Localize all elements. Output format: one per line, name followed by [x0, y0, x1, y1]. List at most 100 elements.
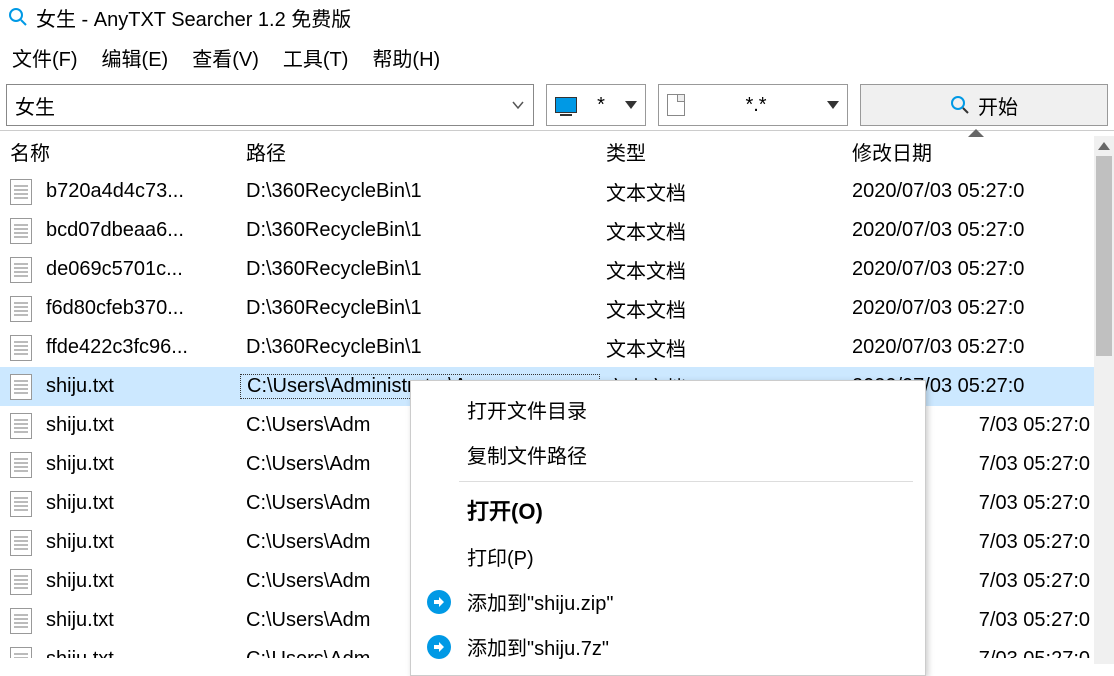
ctx-open-dir[interactable]: 打开文件目录	[411, 387, 925, 432]
cell-name: f6d80cfeb370...	[0, 296, 240, 322]
file-name: bcd07dbeaa6...	[46, 219, 184, 242]
cell-name: de069c5701c...	[0, 257, 240, 283]
filter-ext-label: *.*	[745, 94, 766, 117]
start-button[interactable]: 开始	[860, 84, 1108, 126]
document-icon	[10, 218, 32, 244]
title-bar: 女生 - AnyTXT Searcher 1.2 免费版	[0, 0, 1114, 34]
document-icon	[10, 179, 32, 205]
ctx-add-7z[interactable]: 添加到"shiju.7z"	[411, 624, 925, 669]
menu-tool[interactable]: 工具(T)	[283, 43, 349, 72]
header-type[interactable]: 类型	[600, 137, 846, 166]
document-icon	[10, 374, 32, 400]
chevron-down-icon	[827, 101, 839, 109]
header-path[interactable]: 路径	[240, 137, 600, 166]
cell-name: shiju.txt	[0, 413, 240, 439]
file-name: shiju.txt	[46, 531, 114, 554]
cell-name: shiju.txt	[0, 374, 240, 400]
filter-scope-label: *	[597, 94, 605, 117]
document-icon	[10, 491, 32, 517]
cell-date: 2020/07/03 05:27:0	[846, 297, 1094, 320]
document-icon	[10, 452, 32, 478]
file-name: shiju.txt	[46, 648, 114, 658]
file-name: shiju.txt	[46, 414, 114, 437]
cell-type: 文本文档	[600, 255, 846, 284]
cell-type: 文本文档	[600, 333, 846, 362]
menu-help[interactable]: 帮助(H)	[372, 43, 440, 72]
start-button-label: 开始	[978, 91, 1018, 120]
ctx-separator	[459, 481, 913, 482]
cell-name: shiju.txt	[0, 452, 240, 478]
table-row[interactable]: de069c5701c... D:\360RecycleBin\1文本文档2020…	[0, 250, 1114, 289]
table-row[interactable]: ffde422c3fc96... D:\360RecycleBin\1文本文档20…	[0, 328, 1114, 367]
menu-file[interactable]: 文件(F)	[12, 43, 78, 72]
archive-icon	[427, 635, 451, 659]
header-name[interactable]: 名称	[0, 137, 240, 166]
file-name: de069c5701c...	[46, 258, 183, 281]
cell-path: D:\360RecycleBin\1	[240, 180, 600, 203]
table-row[interactable]: f6d80cfeb370... D:\360RecycleBin\1文本文档202…	[0, 289, 1114, 328]
document-icon	[10, 608, 32, 634]
cell-name: b720a4d4c73...	[0, 179, 240, 205]
table-row[interactable]: bcd07dbeaa6...D:\360RecycleBin\1文本文档2020…	[0, 211, 1114, 250]
file-name: b720a4d4c73...	[46, 180, 184, 203]
ctx-add-zip-label: 添加到"shiju.zip"	[467, 587, 613, 616]
document-icon	[10, 296, 32, 322]
cell-type: 文本文档	[600, 177, 846, 206]
toolbar: * *.* 开始	[0, 80, 1114, 130]
chevron-down-icon	[625, 101, 637, 109]
search-icon	[950, 95, 970, 115]
ctx-print[interactable]: 打印(P)	[411, 534, 925, 579]
document-icon	[10, 257, 32, 283]
filter-scope-dropdown[interactable]: *	[546, 84, 646, 126]
ctx-add-7z-label: 添加到"shiju.7z"	[467, 632, 609, 661]
file-name: shiju.txt	[46, 492, 114, 515]
cell-name: shiju.txt	[0, 491, 240, 517]
archive-icon	[427, 590, 451, 614]
cell-path: D:\360RecycleBin\1	[240, 258, 600, 281]
menu-bar: 文件(F) 编辑(E) 查看(V) 工具(T) 帮助(H)	[0, 34, 1114, 80]
scroll-thumb[interactable]	[1096, 156, 1112, 356]
menu-edit[interactable]: 编辑(E)	[102, 43, 169, 72]
app-icon	[8, 7, 28, 27]
file-name: shiju.txt	[46, 375, 114, 398]
context-menu: 打开文件目录 复制文件路径 打开(O) 打印(P) 添加到"shiju.zip"…	[410, 380, 926, 676]
cell-date: 2020/07/03 05:27:0	[846, 180, 1094, 203]
file-icon	[667, 94, 685, 116]
search-input[interactable]	[7, 88, 533, 123]
header-date[interactable]: 修改日期	[846, 137, 1094, 166]
scroll-up-button[interactable]	[1094, 136, 1114, 156]
cell-name: shiju.txt	[0, 530, 240, 556]
file-name: shiju.txt	[46, 570, 114, 593]
menu-view[interactable]: 查看(V)	[192, 43, 259, 72]
file-name: shiju.txt	[46, 453, 114, 476]
file-name: ffde422c3fc96...	[46, 336, 188, 359]
cell-name: shiju.txt	[0, 569, 240, 595]
ctx-add-zip[interactable]: 添加到"shiju.zip"	[411, 579, 925, 624]
cell-date: 2020/07/03 05:27:0	[846, 336, 1094, 359]
window-title: 女生 - AnyTXT Searcher 1.2 免费版	[36, 3, 351, 32]
cell-name: shiju.txt	[0, 608, 240, 634]
cell-type: 文本文档	[600, 294, 846, 323]
sort-indicator-icon	[968, 129, 984, 137]
cell-name: ffde422c3fc96...	[0, 335, 240, 361]
filter-ext-dropdown[interactable]: *.*	[658, 84, 848, 126]
cell-name: shiju.txt	[0, 647, 240, 659]
table-row[interactable]: b720a4d4c73... D:\360RecycleBin\1文本文档2020…	[0, 172, 1114, 211]
column-headers: 名称 路径 类型 修改日期	[0, 130, 1114, 172]
cell-date: 2020/07/03 05:27:0	[846, 258, 1094, 281]
cell-path: D:\360RecycleBin\1	[240, 336, 600, 359]
document-icon	[10, 413, 32, 439]
vertical-scrollbar[interactable]	[1094, 136, 1114, 664]
ctx-open[interactable]: 打开(O)	[411, 486, 925, 534]
cell-date: 2020/07/03 05:27:0	[846, 219, 1094, 242]
document-icon	[10, 530, 32, 556]
file-name: f6d80cfeb370...	[46, 297, 184, 320]
file-name: shiju.txt	[46, 609, 114, 632]
cell-name: bcd07dbeaa6...	[0, 218, 240, 244]
document-icon	[10, 335, 32, 361]
search-box[interactable]	[6, 84, 534, 126]
cell-path: D:\360RecycleBin\1	[240, 297, 600, 320]
cell-path: D:\360RecycleBin\1	[240, 219, 600, 242]
document-icon	[10, 647, 32, 659]
ctx-copy-path[interactable]: 复制文件路径	[411, 432, 925, 477]
